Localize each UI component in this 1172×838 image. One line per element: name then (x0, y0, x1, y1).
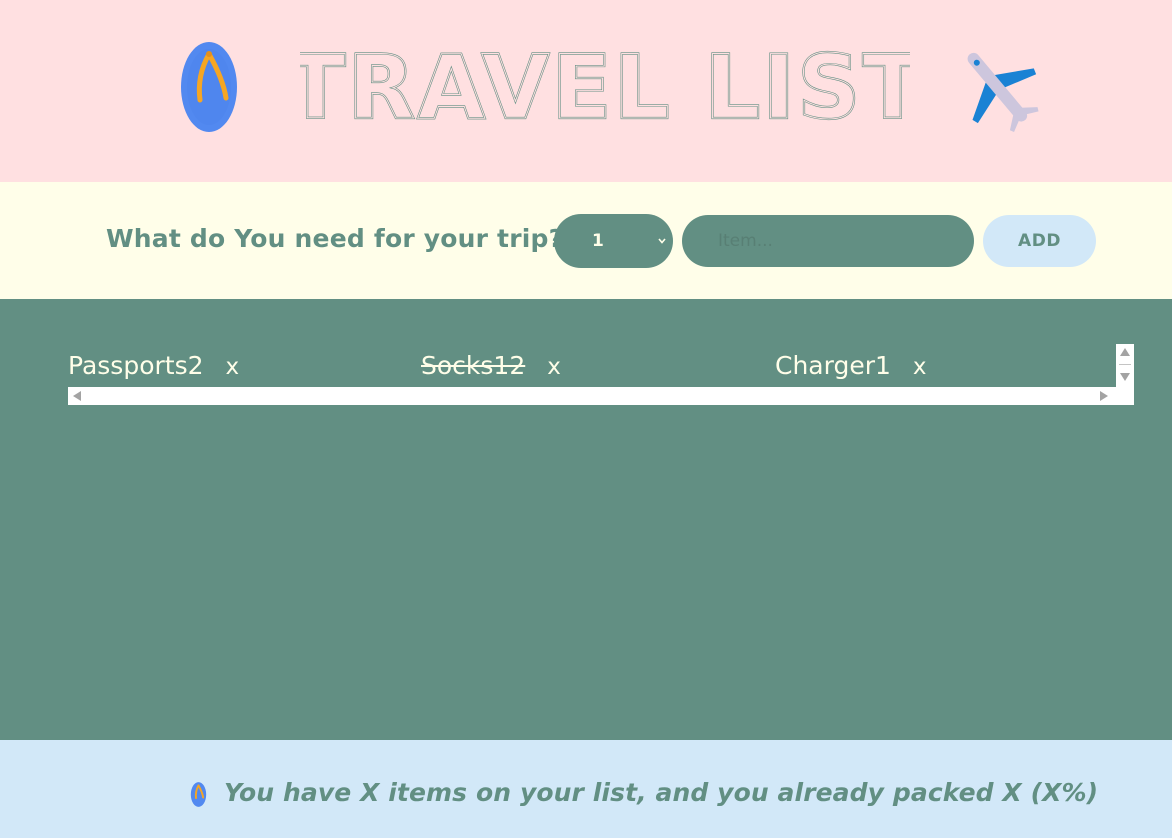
footer-stats: You have X items on your list, and you a… (0, 740, 1172, 838)
item-input[interactable] (682, 215, 974, 267)
item-label[interactable]: Passports2 (68, 351, 204, 380)
chevron-down-icon (658, 238, 666, 244)
remove-item-button[interactable]: x (913, 349, 927, 385)
horizontal-scrollbar[interactable] (68, 387, 1134, 405)
remove-item-button[interactable]: x (226, 349, 240, 385)
scroll-right-arrow-icon[interactable] (1100, 391, 1108, 401)
scroll-down-arrow-icon[interactable] (1120, 373, 1130, 381)
form-question: What do You need for your trip? (106, 224, 564, 253)
list-item: Passports2 x (68, 348, 239, 384)
flip-flop-icon (190, 782, 207, 807)
page-title: TRAVEL LIST TRAVEL LIST (300, 38, 910, 128)
scroll-left-arrow-icon[interactable] (73, 391, 81, 401)
svg-text:TRAVEL LIST: TRAVEL LIST (300, 38, 910, 128)
flip-flop-icon (181, 42, 237, 132)
vertical-scrollbar[interactable] (1116, 344, 1134, 387)
stats-text: You have X items on your list, and you a… (224, 778, 1099, 807)
packing-list[interactable]: Passports2 x Socks12 x Charger1 x (68, 344, 1134, 406)
item-label[interactable]: Charger1 (775, 351, 891, 380)
list-item: Charger1 x (775, 348, 927, 384)
scrollbar-divider (1119, 364, 1131, 365)
scroll-up-arrow-icon[interactable] (1120, 348, 1130, 356)
add-button[interactable]: ADD (983, 215, 1096, 267)
item-label[interactable]: Socks12 (421, 351, 525, 380)
list-item: Socks12 x (421, 348, 561, 384)
quantity-select[interactable]: 1 (554, 214, 673, 268)
packing-list-area: Passports2 x Socks12 x Charger1 x (0, 299, 1172, 740)
airplane-icon (967, 52, 1039, 132)
header: TRAVEL LIST TRAVEL LIST (0, 0, 1172, 182)
travel-list-app: TRAVEL LIST TRAVEL LIST What do You need… (0, 0, 1172, 838)
quantity-value: 1 (592, 231, 604, 251)
remove-item-button[interactable]: x (547, 349, 561, 385)
add-item-form: What do You need for your trip? 1 ADD (0, 182, 1172, 299)
list-viewport: Passports2 x Socks12 x Charger1 x (68, 344, 1116, 387)
